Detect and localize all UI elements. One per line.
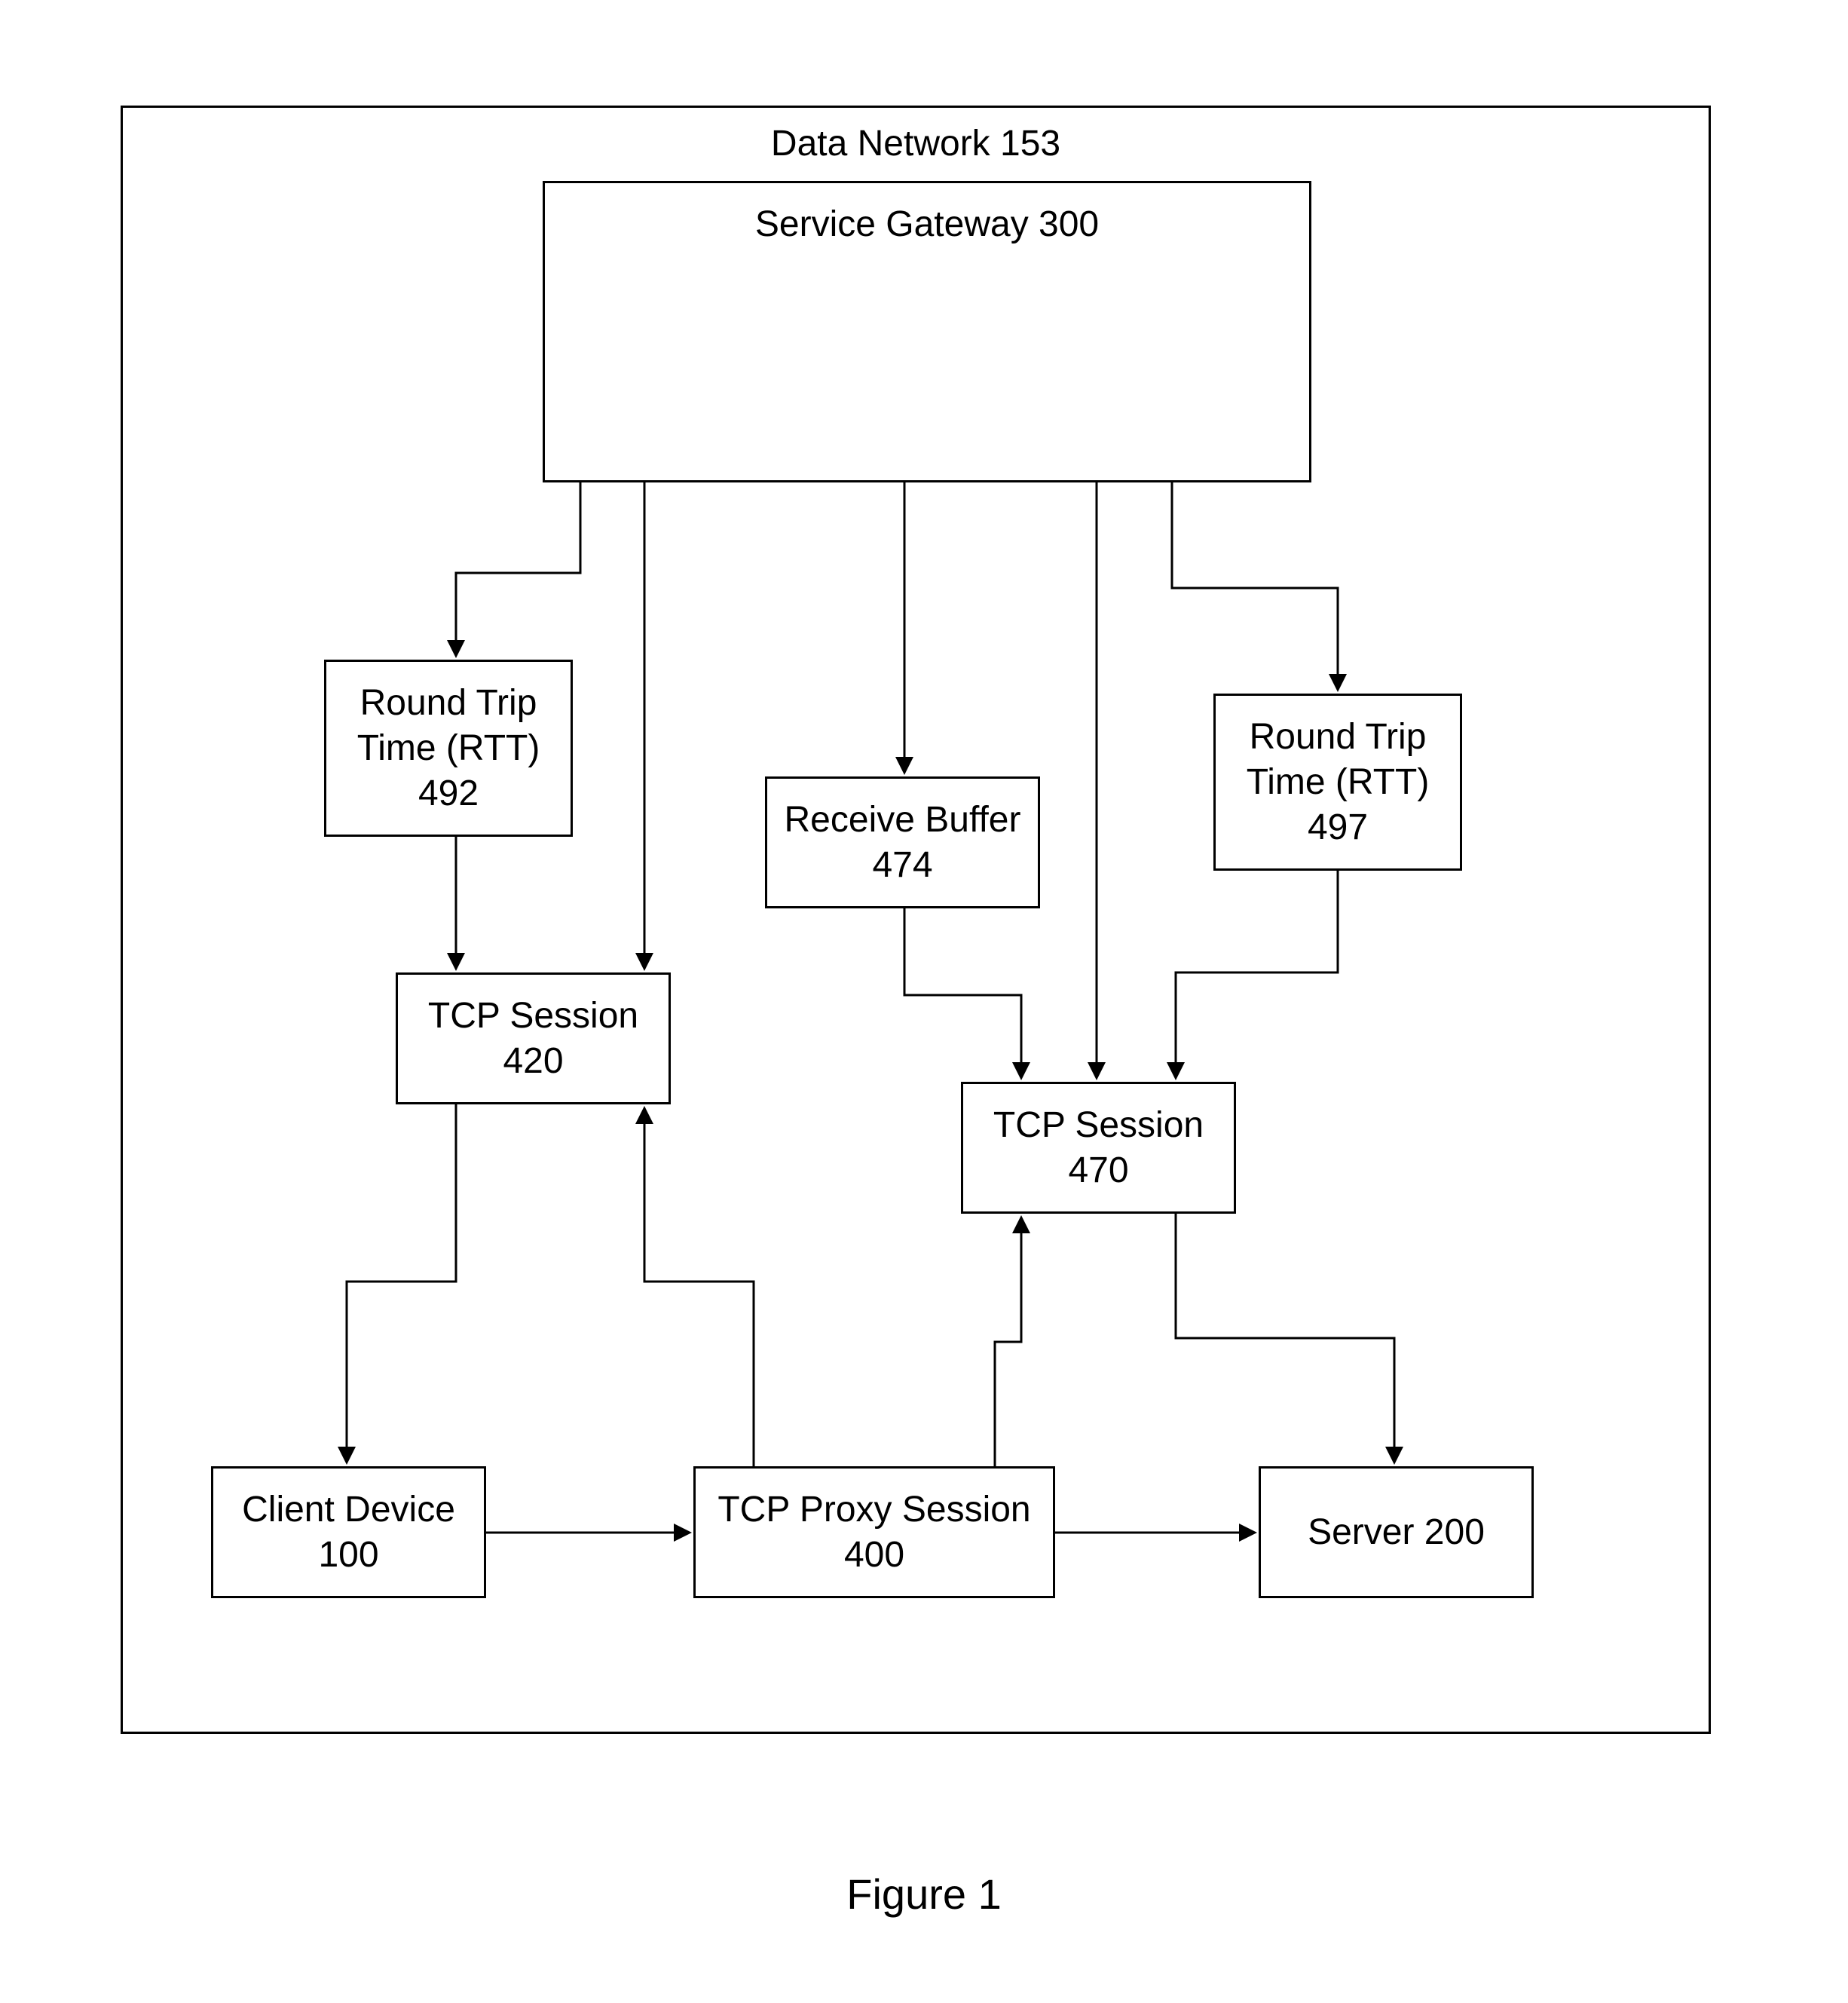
node-num: 420 <box>503 1039 563 1084</box>
node-tcp-proxy-session: TCP Proxy Session 400 <box>693 1466 1055 1598</box>
node-num: 497 <box>1308 805 1368 850</box>
node-line1: TCP Proxy Session <box>717 1487 1030 1533</box>
figure-caption: Figure 1 <box>0 1870 1848 1919</box>
node-line2: Time (RTT) <box>357 726 540 771</box>
node-label: Service Gateway 300 <box>755 202 1099 247</box>
node-line1: TCP Session <box>993 1103 1204 1148</box>
node-service-gateway: Service Gateway 300 <box>543 181 1311 482</box>
node-tcp-session-right: TCP Session 470 <box>961 1082 1236 1214</box>
node-num: 492 <box>418 771 479 816</box>
node-rtt-left: Round Trip Time (RTT) 492 <box>324 660 573 837</box>
node-line1: Client Device <box>242 1487 455 1533</box>
node-num: 400 <box>844 1533 904 1578</box>
node-line2: Time (RTT) <box>1247 760 1430 805</box>
node-num: 100 <box>318 1533 378 1578</box>
node-num: 474 <box>872 843 932 888</box>
node-line1: Receive Buffer <box>785 798 1021 843</box>
node-line1: Round Trip <box>360 681 537 726</box>
node-line1: Round Trip <box>1250 715 1427 760</box>
node-server: Server 200 <box>1259 1466 1534 1598</box>
node-client-device: Client Device 100 <box>211 1466 486 1598</box>
node-line1: TCP Session <box>428 994 638 1039</box>
container-title: Data Network 153 <box>123 123 1709 164</box>
diagram-page: Data Network 153 Service Gateway 300 Rou… <box>0 0 1848 2003</box>
node-label: Server 200 <box>1308 1510 1485 1555</box>
node-tcp-session-left: TCP Session 420 <box>396 972 671 1104</box>
node-num: 470 <box>1068 1148 1128 1193</box>
node-rtt-right: Round Trip Time (RTT) 497 <box>1213 694 1462 871</box>
node-receive-buffer: Receive Buffer 474 <box>765 776 1040 908</box>
